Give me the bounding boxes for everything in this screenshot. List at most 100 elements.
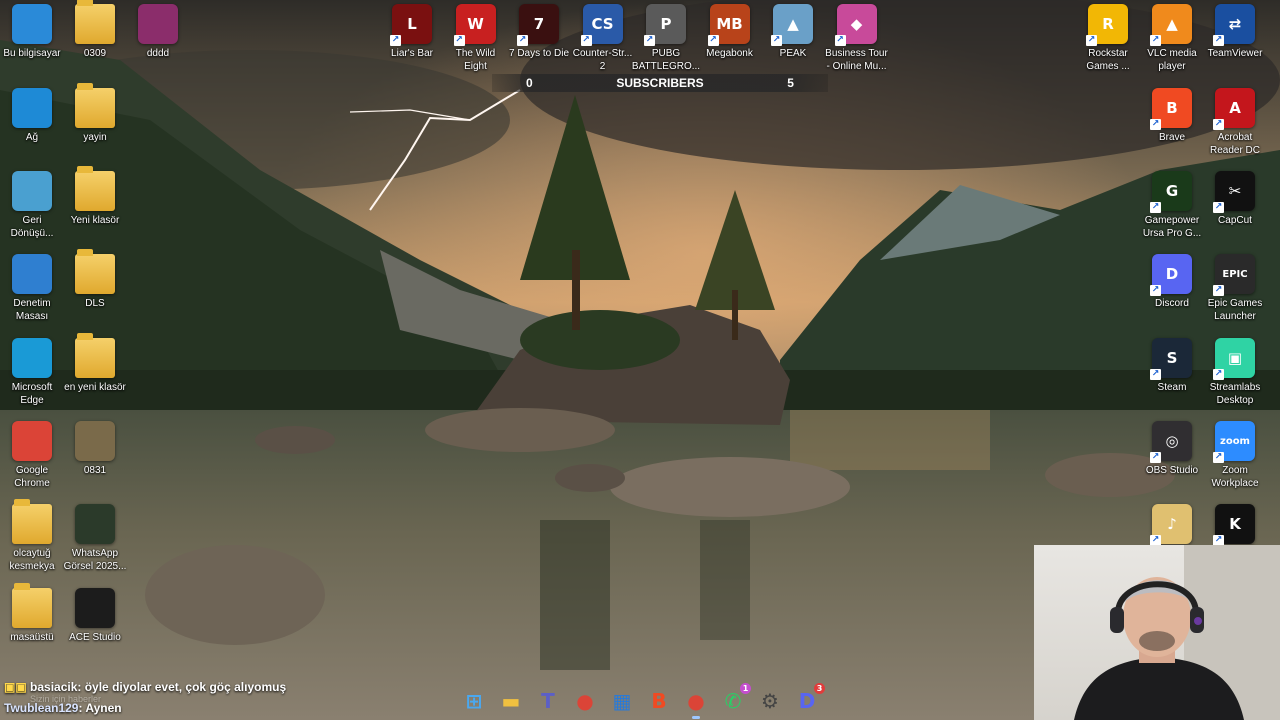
desktop-icon-olcaytu-kesmekya[interactable]: olcaytuğ kesmekya	[0, 499, 64, 573]
discord-icon: D ↗	[1150, 254, 1192, 296]
desktop-icon-a[interactable]: Ağ	[0, 88, 64, 144]
desktop-icon-bu-bilgisayar[interactable]: Bu bilgisayar	[0, 4, 64, 60]
discord-icon: D	[798, 689, 816, 713]
desktop-icon-dls[interactable]: DLS	[63, 249, 127, 310]
desktop-icon-denetim-masas[interactable]: Denetim Masası	[0, 254, 64, 323]
desktop-icon-acrobat-reader-dc[interactable]: A ↗ Acrobat Reader DC	[1203, 88, 1267, 157]
subscriber-goal: 5	[787, 76, 794, 90]
desktop-icon-peak[interactable]: ▲ ↗ PEAK	[761, 4, 825, 60]
shortcut-arrow-icon: ↗	[771, 35, 782, 46]
desktop-icon-kick-app-icon[interactable]: K ↗	[1203, 504, 1267, 547]
desktop-icon-google-chrome[interactable]: Google Chrome	[0, 421, 64, 490]
desktop-icon-0831[interactable]: 0831	[63, 421, 127, 477]
desktop-icon-steam[interactable]: S ↗ Steam	[1140, 338, 1204, 394]
image-file-icon	[75, 504, 115, 544]
desktop-icon-streamlabs-desktop[interactable]: ▣ ↗ Streamlabs Desktop	[1203, 338, 1267, 407]
taskbar-gamepower-button[interactable]: ⚙	[755, 686, 785, 716]
desktop-icon-label: CapCut	[1218, 215, 1252, 226]
desktop-icon-en-yeni-klas-r[interactable]: en yeni klasör	[63, 333, 127, 394]
wild-eight-icon: W ↗	[453, 4, 496, 46]
business-tour-icon: ◆ ↗	[834, 4, 877, 46]
desktop-icon-label: PEAK	[779, 48, 807, 59]
subscriber-title: SUBSCRIBERS	[616, 76, 704, 90]
desktop-icon-0309[interactable]: 0309	[63, 0, 127, 60]
taskbar-chrome-button[interactable]: ●	[681, 686, 711, 719]
desktop-icon-7-days-to-die[interactable]: 7 ↗ 7 Days to Die	[507, 4, 571, 60]
desktop-icon-dddd[interactable]: dddd	[126, 4, 190, 60]
streamer-camera-feed	[1074, 545, 1280, 720]
desktop-icon-teamviewer[interactable]: ⇄ ↗ TeamViewer	[1203, 4, 1267, 60]
desktop-icon-label: PUBG BATTLEGRO...	[631, 48, 701, 72]
desktop-icon-capcut[interactable]: ✂ ↗ CapCut	[1203, 171, 1267, 227]
gamepower-icon: G ↗	[1150, 171, 1192, 213]
shortcut-arrow-icon: ↗	[707, 35, 719, 46]
microsoft-store-icon: ▦	[612, 689, 632, 713]
vlc-icon: ▲ ↗	[1150, 4, 1192, 46]
edge-icon	[12, 338, 52, 378]
chat-username: basiacik	[30, 680, 78, 694]
desktop-icon-label: 0309	[83, 48, 107, 59]
desktop-icon-gamepower-ursa-pro-g[interactable]: G ↗ Gamepower Ursa Pro G...	[1140, 171, 1204, 240]
desktop-icon-label: Streamlabs Desktop	[1209, 382, 1261, 406]
desktop-icon-brave[interactable]: B ↗ Brave	[1140, 88, 1204, 144]
desktop-icon-label: WhatsApp Görsel 2025...	[63, 548, 127, 572]
desktop-icon-obs-studio[interactable]: ◎ ↗ OBS Studio	[1140, 421, 1204, 477]
epic-games-icon: EPIC ↗	[1213, 254, 1255, 296]
taskbar-brave-button[interactable]: B	[644, 686, 674, 716]
folder-icon	[75, 0, 115, 44]
shortcut-arrow-icon: ↗	[1150, 202, 1161, 213]
desktop-icon-discord[interactable]: D ↗ Discord	[1140, 254, 1204, 310]
desktop-icon-rockstar-games[interactable]: R ↗ Rockstar Games ...	[1076, 4, 1140, 73]
windows-start-icon: ⊞	[465, 689, 483, 713]
desktop-icon-whatsapp-g-rsel-2025[interactable]: WhatsApp Görsel 2025...	[63, 504, 127, 573]
teams-icon: T	[541, 689, 555, 713]
shortcut-arrow-icon: ↗	[1213, 452, 1224, 463]
shortcut-arrow-icon: ↗	[453, 35, 465, 46]
folder-icon	[12, 583, 52, 628]
teamviewer-icon: ⇄ ↗	[1213, 4, 1255, 46]
shortcut-arrow-icon: ↗	[1150, 285, 1161, 296]
desktop-icon-label: TeamViewer	[1207, 48, 1263, 59]
user-folder-icon	[12, 499, 52, 544]
desktop-icon-yayin[interactable]: yayin	[63, 83, 127, 144]
desktop-icon-masa-st[interactable]: masaüstü	[0, 583, 64, 644]
taskbar-discord-button[interactable]: D3	[792, 683, 825, 716]
desktop-icon-pubg-battlegro[interactable]: P ↗ PUBG BATTLEGRO...	[631, 4, 701, 73]
whatsapp-icon: ✆	[724, 689, 742, 713]
shortcut-arrow-icon: ↗	[517, 35, 528, 46]
desktop-icon-counter-str-2[interactable]: CS ↗ Counter-Str... 2	[571, 4, 635, 73]
stream-chat-overlay: ▣▣ basiacik: öyle diyolar evet, çok göç …	[0, 679, 470, 719]
desktop-icon-microsoft-edge[interactable]: Microsoft Edge	[0, 338, 64, 407]
desktop-icon-the-wild-eight[interactable]: W ↗ The Wild Eight	[444, 4, 508, 73]
desktop-icon-vlc-media-player[interactable]: ▲ ↗ VLC media player	[1140, 4, 1204, 73]
control-panel-icon	[12, 254, 52, 294]
desktop-icon-epic-games-launcher[interactable]: EPIC ↗ Epic Games Launcher	[1203, 254, 1267, 323]
brave-icon: B	[651, 689, 667, 713]
file-explorer-icon: ▬	[501, 689, 521, 713]
taskbar-microsoft-store-button[interactable]: ▦	[607, 686, 637, 716]
desktop-icon-liar-s-bar[interactable]: L ↗ Liar's Bar	[380, 4, 444, 60]
desktop-icon-label: Rockstar Games ...	[1086, 48, 1130, 72]
taskbar-file-explorer-button[interactable]: ▬	[496, 686, 526, 716]
taskbar-whatsapp-button[interactable]: ✆ 1	[718, 683, 751, 716]
chat-username: Twublean129	[4, 701, 79, 715]
chat-message: ▣▣ basiacik: öyle diyolar evet, çok göç …	[4, 680, 286, 694]
desktop-icon-label: Google Chrome	[14, 465, 50, 489]
desktop-icon-business-tour-online-mu[interactable]: ◆ ↗ Business Tour - Online Mu...	[825, 4, 889, 73]
desktop-icon-microphone-app-icon[interactable]: ♪ ↗	[1140, 504, 1204, 547]
taskbar-teams-button[interactable]: T	[533, 686, 563, 716]
chrome-icon: ●	[576, 689, 594, 713]
desktop-icon-yeni-klas-r[interactable]: Yeni klasör	[63, 166, 127, 227]
desktop-icon-zoom-workplace[interactable]: zoom ↗ Zoom Workplace	[1203, 421, 1267, 490]
zoom-icon: zoom ↗	[1213, 421, 1255, 463]
desktop-icon-megabonk[interactable]: MB ↗ Megabonk	[698, 4, 762, 60]
desktop-icon-label: yayin	[83, 132, 107, 143]
taskbar-windows-start-button[interactable]: ⊞	[459, 686, 489, 716]
desktop-icon-geri-d-n[interactable]: Geri Dönüşü...	[0, 171, 64, 240]
taskbar-chrome-button[interactable]: ●	[570, 686, 600, 716]
desktop-icon-ace-studio[interactable]: ACE Studio	[63, 588, 127, 644]
folder-icon	[75, 333, 115, 378]
subscriber-count-current: 0	[526, 76, 533, 90]
desktop-icon-label: Acrobat Reader DC	[1209, 132, 1261, 156]
kick-app-icon: K ↗	[1213, 504, 1255, 546]
